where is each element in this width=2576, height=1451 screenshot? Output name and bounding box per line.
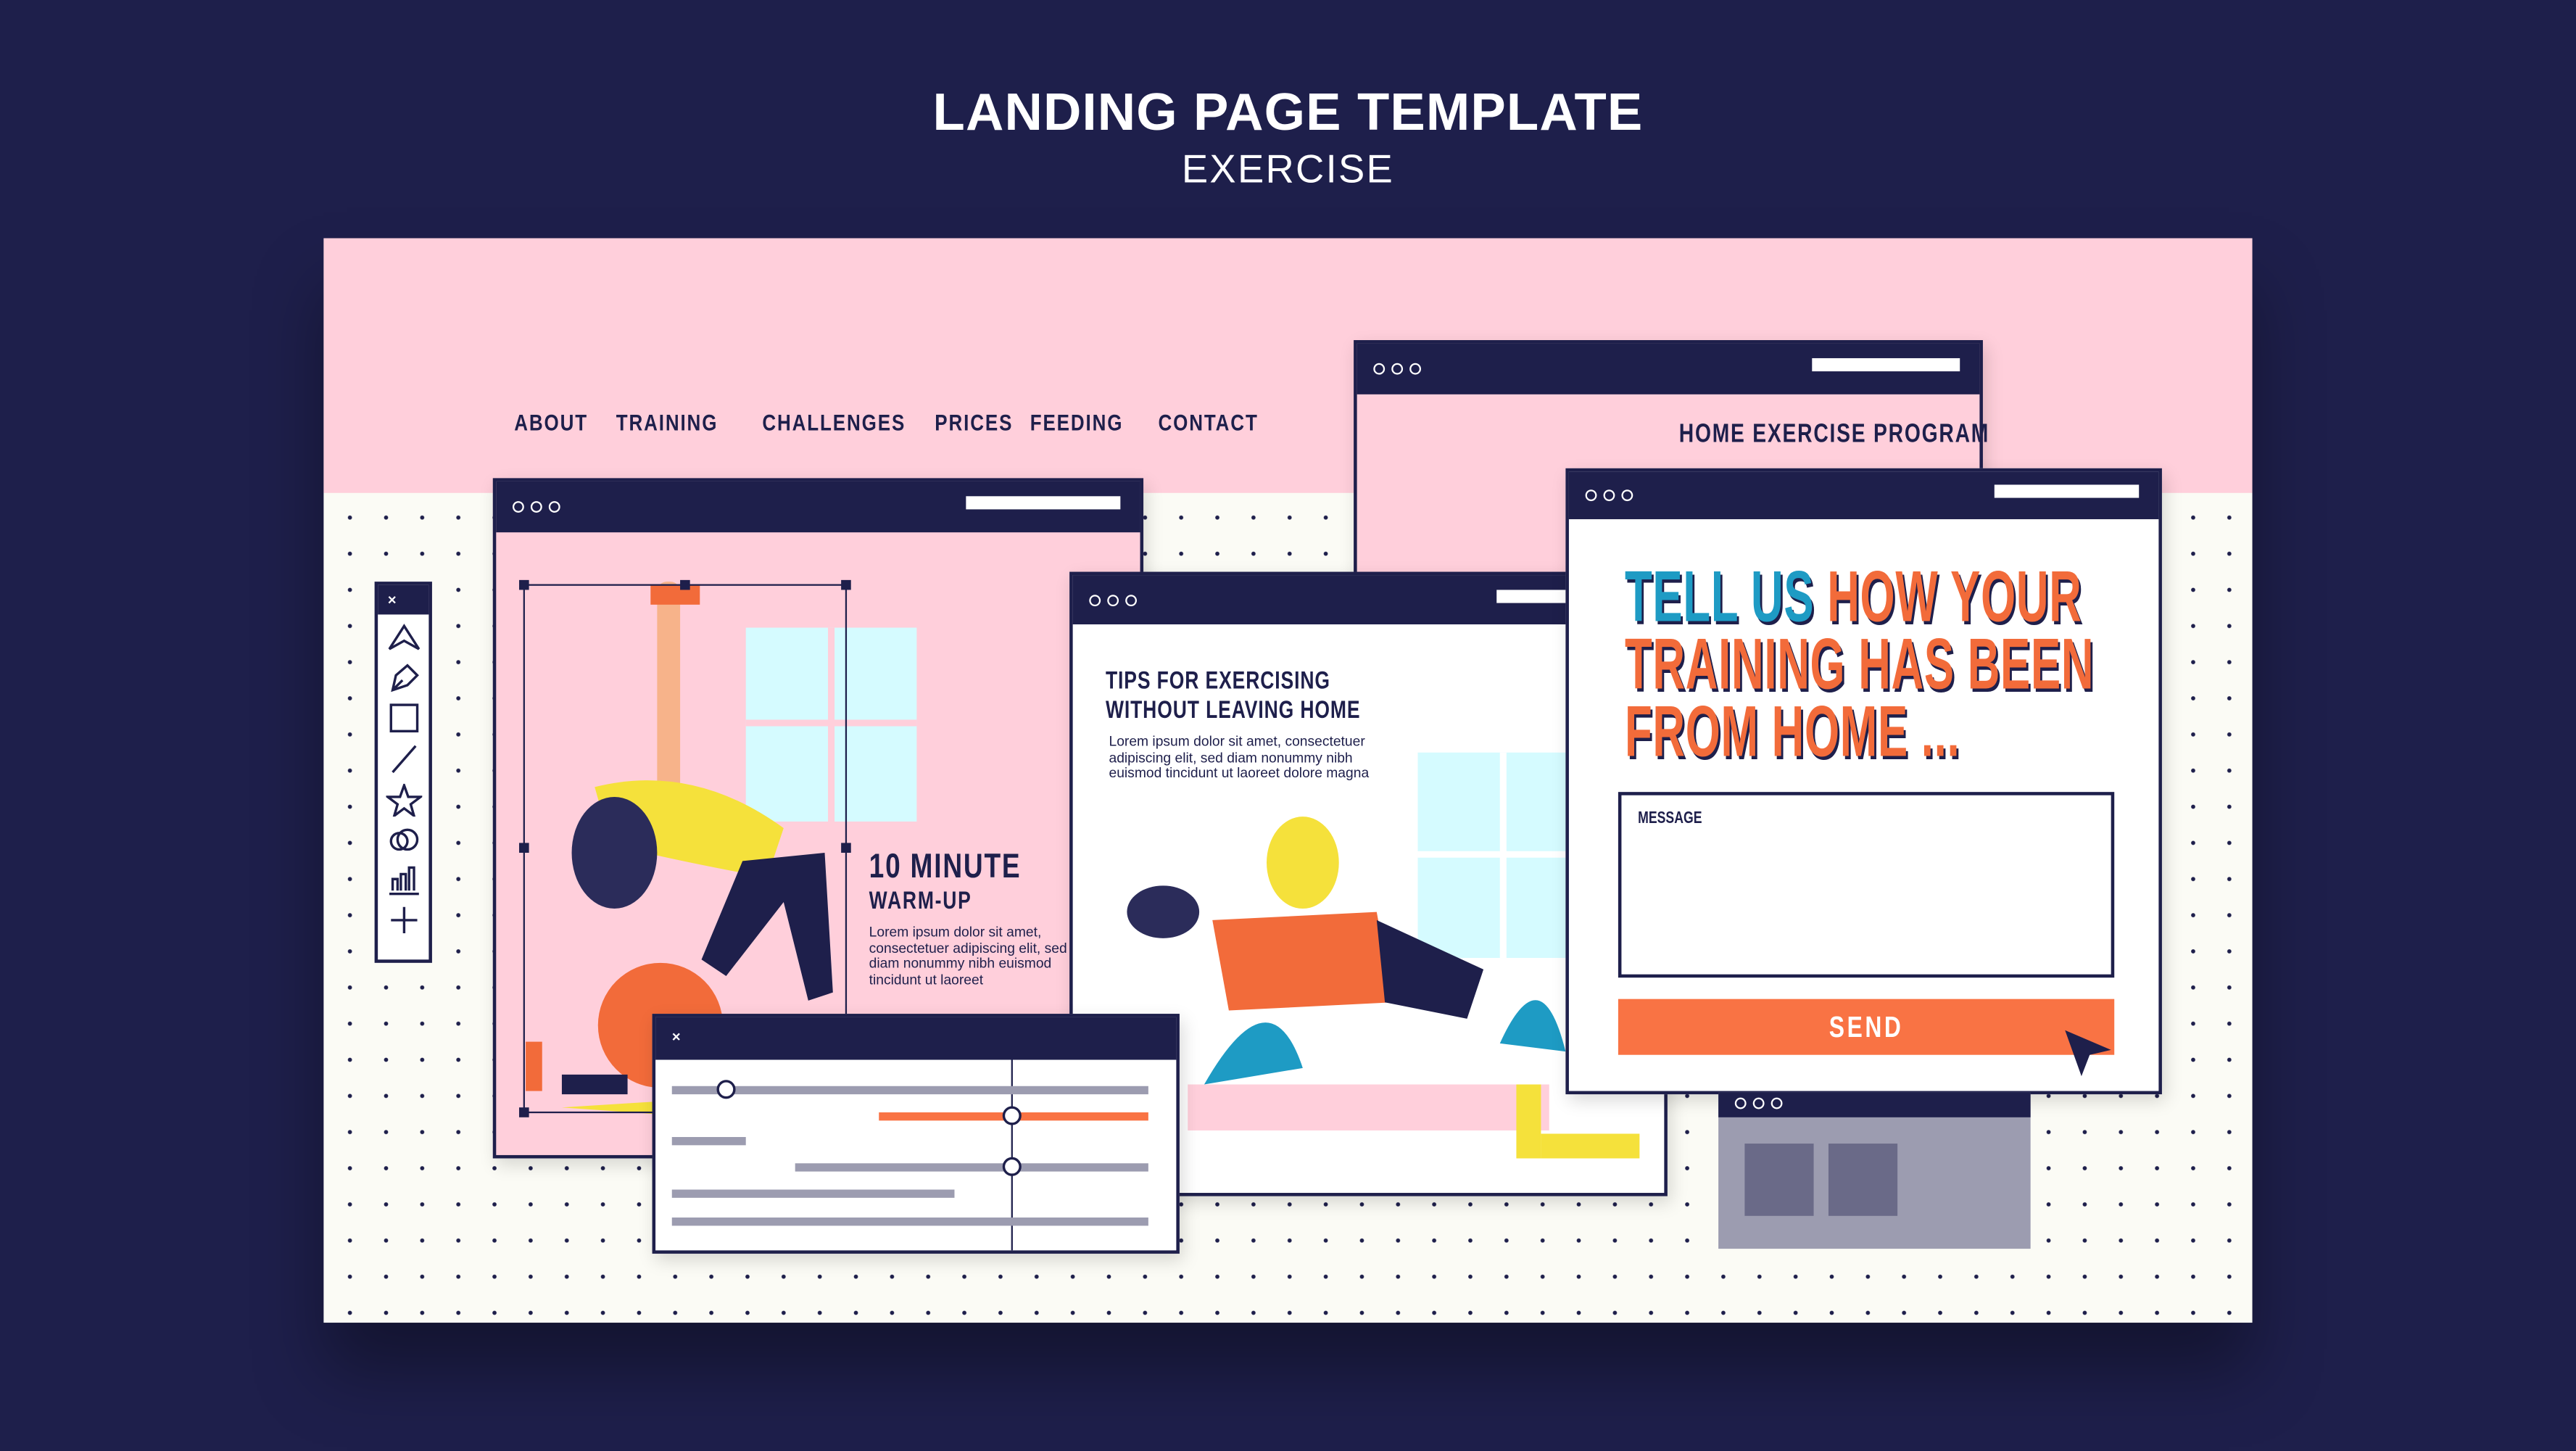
tips-heading-line1: TIPS FOR EXERCISING: [1105, 666, 1330, 695]
slider-track[interactable]: [671, 1086, 1148, 1095]
headline-line3: FROM HOME ...: [1624, 691, 1960, 772]
gallery-window: [1718, 1092, 2031, 1249]
slider-handle[interactable]: [1002, 1157, 1022, 1176]
nav-prices[interactable]: PRICES: [935, 409, 1013, 435]
warmup-body: Lorem ipsum dolor sit amet, consectetuer…: [869, 923, 1067, 987]
close-icon[interactable]: ×: [672, 1028, 681, 1045]
message-textarea[interactable]: MESSAGE: [1618, 792, 2115, 978]
message-label: MESSAGE: [1638, 810, 1702, 829]
send-button[interactable]: SEND: [1618, 999, 2115, 1055]
program-title: HOME EXERCISE PROGRAM: [1678, 421, 1990, 449]
feedback-window: TELL US HOW YOUR TRAINING HAS BEEN FROM …: [1565, 468, 2162, 1095]
nav-challenges[interactable]: CHALLENGES: [762, 409, 906, 435]
cursor-icon: [2065, 1030, 2111, 1077]
window-controls[interactable]: [1089, 595, 1138, 607]
nav-training[interactable]: TRAINING: [616, 409, 718, 435]
window-controls[interactable]: [1585, 489, 1633, 502]
headline-line2: TRAINING HAS BEEN: [1624, 624, 2095, 706]
landing-canvas: ABOUT TRAINING CHALLENGES PRICES FEEDING…: [323, 238, 2253, 1323]
slider-controls: [671, 1059, 1148, 1251]
slider-handle[interactable]: [716, 1080, 736, 1099]
close-icon[interactable]: ×: [378, 584, 429, 615]
panel-titlebar: ×: [655, 1017, 1177, 1060]
line-icon[interactable]: [385, 743, 421, 775]
star-icon[interactable]: [385, 783, 422, 817]
window-titlebar: [1568, 471, 2159, 520]
pen-icon[interactable]: [385, 661, 421, 693]
warmup-heading: 10 MINUTE: [869, 848, 1022, 886]
slider-panel: ×: [652, 1014, 1180, 1254]
warmup-subheading: WARM-UP: [869, 887, 972, 916]
send-label: SEND: [1829, 1010, 1904, 1043]
bar-chart-icon[interactable]: [385, 863, 421, 896]
tips-heading-line2: WITHOUT LEAVING HOME: [1105, 696, 1361, 725]
address-bar: [1994, 484, 2140, 498]
select-arrow-icon[interactable]: [385, 623, 421, 653]
rectangle-icon[interactable]: [385, 702, 421, 735]
circles-icon[interactable]: [385, 824, 421, 854]
nav-feeding[interactable]: FEEDING: [1030, 409, 1124, 435]
thumbnail: [1744, 1144, 1814, 1216]
tool-palette: ×: [374, 582, 432, 963]
nav-about[interactable]: ABOUT: [514, 409, 588, 435]
slider-track[interactable]: [795, 1163, 1148, 1172]
address-bar: [1812, 357, 1960, 372]
page-subtitle: EXERCISE: [1181, 147, 1395, 193]
stage: LANDING PAGE TEMPLATE EXERCISE ABOUT TRA…: [0, 0, 2576, 1451]
tips-heading: TIPS FOR EXERCISING WITHOUT LEAVING HOME: [1106, 667, 1361, 727]
slider-handle[interactable]: [1002, 1106, 1022, 1125]
nav-contact[interactable]: CONTACT: [1158, 409, 1258, 435]
page-title: LANDING PAGE TEMPLATE: [932, 82, 1644, 141]
window-titlebar: [496, 481, 1140, 533]
plus-icon[interactable]: [385, 904, 421, 936]
window-controls[interactable]: [1373, 363, 1422, 375]
feedback-headline: TELL US HOW YOUR TRAINING HAS BEEN FROM …: [1624, 561, 2095, 772]
window-titlebar: [1357, 343, 1980, 394]
thumbnail: [1828, 1144, 1898, 1216]
window-titlebar: [1718, 1092, 2031, 1117]
window-controls[interactable]: [1734, 1097, 1783, 1109]
address-bar: [966, 496, 1121, 510]
window-controls[interactable]: [512, 501, 560, 513]
